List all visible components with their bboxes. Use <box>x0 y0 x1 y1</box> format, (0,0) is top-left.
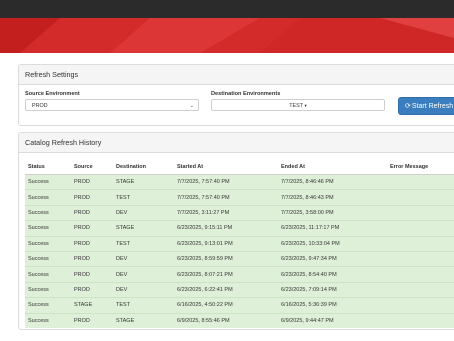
status-cell: Success <box>25 250 71 267</box>
source-environment-label: Source Environment <box>25 91 80 97</box>
destination-cell: TEST <box>113 297 174 314</box>
destination-environments-dropdown[interactable]: TEST ▾ <box>211 99 385 111</box>
error-message-cell <box>387 189 454 206</box>
refresh-settings-panel: Refresh Settings Source Environment PROD… <box>18 64 454 126</box>
refresh-settings-title: Refresh Settings <box>19 65 454 85</box>
chevron-down-icon: ⌄ <box>189 103 194 109</box>
table-row: Success STAGE TEST 6/16/2025, 4:50:22 PM 6/1… <box>25 297 454 314</box>
status-cell: Success <box>25 220 71 237</box>
destination-cell: DEV <box>113 250 174 267</box>
table-row: Success PROD STAGE 7/7/2025, 7:57:40 PM 7/7/… <box>25 173 454 190</box>
refresh-icon: ⟳ <box>405 103 411 110</box>
destination-cell: STAGE <box>113 220 174 237</box>
started-at-cell: 6/23/2025, 8:59:59 PM <box>174 250 278 267</box>
started-at-cell: 7/7/2025, 3:11:27 PM <box>174 204 278 221</box>
column-header-started-at: Started At <box>174 159 278 175</box>
status-cell: Success <box>25 281 71 298</box>
column-header-ended-at: Ended At <box>278 159 387 175</box>
refresh-history-rows: Success PROD STAGE 7/7/2025, 7:57:40 PM 7/7/… <box>25 173 454 328</box>
column-header-destination: Destination <box>113 159 174 175</box>
column-header-status: Status <box>25 159 71 175</box>
brand-banner <box>0 18 454 53</box>
table-row: Success PROD DEV 7/7/2025, 3:11:27 PM 7/7/20… <box>25 204 454 221</box>
destination-environments-value: TEST <box>289 103 303 109</box>
table-row: Success PROD DEV 6/23/2025, 8:07:21 PM 6/23/… <box>25 266 454 283</box>
destination-cell: STAGE <box>113 312 174 328</box>
table-row: Success PROD STAGE 6/9/2025, 8:55:46 PM 6/9/… <box>25 312 454 328</box>
source-cell: PROD <box>71 250 113 267</box>
started-at-cell: 6/23/2025, 9:15:11 PM <box>174 220 278 237</box>
top-navbar <box>0 0 454 18</box>
ended-at-cell: 7/7/2025, 3:58:00 PM <box>278 204 387 221</box>
error-message-cell <box>387 312 454 328</box>
started-at-cell: 6/9/2025, 8:55:46 PM <box>174 312 278 328</box>
ended-at-cell: 7/7/2025, 8:46:43 PM <box>278 189 387 206</box>
catalog-refresh-history-panel: Catalog Refresh History Status Source De… <box>18 132 454 330</box>
destination-cell: TEST <box>113 189 174 206</box>
status-cell: Success <box>25 204 71 221</box>
start-refresh-label: Start Refresh <box>411 103 454 110</box>
source-cell: PROD <box>71 173 113 190</box>
started-at-cell: 7/7/2025, 7:57:40 PM <box>174 189 278 206</box>
error-message-cell <box>387 173 454 190</box>
started-at-cell: 6/23/2025, 9:13:01 PM <box>174 235 278 252</box>
source-cell: STAGE <box>71 297 113 314</box>
start-refresh-button[interactable]: ⟳Start Refresh <box>398 97 454 115</box>
error-message-cell <box>387 235 454 252</box>
table-row: Success PROD DEV 6/23/2025, 8:59:59 PM 6/23/… <box>25 250 454 267</box>
started-at-cell: 6/16/2025, 4:50:22 PM <box>174 297 278 314</box>
source-environment-select[interactable]: PROD ⌄ <box>25 99 199 111</box>
ended-at-cell: 6/16/2025, 5:36:39 PM <box>278 297 387 314</box>
refresh-history-table: Status Source Destination Started At End… <box>25 159 454 328</box>
destination-cell: STAGE <box>113 173 174 190</box>
status-cell: Success <box>25 189 71 206</box>
status-cell: Success <box>25 173 71 190</box>
ended-at-cell: 6/23/2025, 7:09:14 PM <box>278 281 387 298</box>
source-cell: PROD <box>71 281 113 298</box>
started-at-cell: 6/23/2025, 8:07:21 PM <box>174 266 278 283</box>
ended-at-cell: 6/23/2025, 8:54:40 PM <box>278 266 387 283</box>
ended-at-cell: 6/23/2025, 9:47:34 PM <box>278 250 387 267</box>
error-message-cell <box>387 297 454 314</box>
ended-at-cell: 6/23/2025, 10:33:04 PM <box>278 235 387 252</box>
error-message-cell <box>387 266 454 283</box>
table-row: Success PROD TEST 7/7/2025, 7:57:40 PM 7/7/2… <box>25 189 454 206</box>
destination-cell: DEV <box>113 266 174 283</box>
error-message-cell <box>387 204 454 221</box>
started-at-cell: 6/23/2025, 6:22:41 PM <box>174 281 278 298</box>
status-cell: Success <box>25 297 71 314</box>
error-message-cell <box>387 250 454 267</box>
column-header-error-message: Error Message <box>387 159 454 175</box>
table-header-row: Status Source Destination Started At End… <box>25 159 454 175</box>
status-cell: Success <box>25 235 71 252</box>
source-cell: PROD <box>71 204 113 221</box>
destination-cell: DEV <box>113 281 174 298</box>
caret-down-icon: ▾ <box>304 103 307 108</box>
ended-at-cell: 6/23/2025, 11:17:17 PM <box>278 220 387 237</box>
table-row: Success PROD DEV 6/23/2025, 6:22:41 PM 6/23/… <box>25 281 454 298</box>
source-cell: PROD <box>71 312 113 328</box>
source-environment-value: PROD <box>32 103 48 109</box>
destination-cell: DEV <box>113 204 174 221</box>
column-header-source: Source <box>71 159 113 175</box>
source-cell: PROD <box>71 189 113 206</box>
catalog-refresh-history-title: Catalog Refresh History <box>19 133 454 153</box>
source-cell: PROD <box>71 266 113 283</box>
table-row: Success PROD TEST 6/23/2025, 9:13:01 PM 6/23… <box>25 235 454 252</box>
error-message-cell <box>387 281 454 298</box>
source-cell: PROD <box>71 235 113 252</box>
table-row: Success PROD STAGE 6/23/2025, 9:15:11 PM 6/2… <box>25 220 454 237</box>
started-at-cell: 7/7/2025, 7:57:40 PM <box>174 173 278 190</box>
source-cell: PROD <box>71 220 113 237</box>
status-cell: Success <box>25 312 71 328</box>
ended-at-cell: 7/7/2025, 8:46:46 PM <box>278 173 387 190</box>
destination-cell: TEST <box>113 235 174 252</box>
destination-environments-label: Destination Environments <box>211 91 281 97</box>
ended-at-cell: 6/9/2025, 9:44:47 PM <box>278 312 387 328</box>
error-message-cell <box>387 220 454 237</box>
status-cell: Success <box>25 266 71 283</box>
